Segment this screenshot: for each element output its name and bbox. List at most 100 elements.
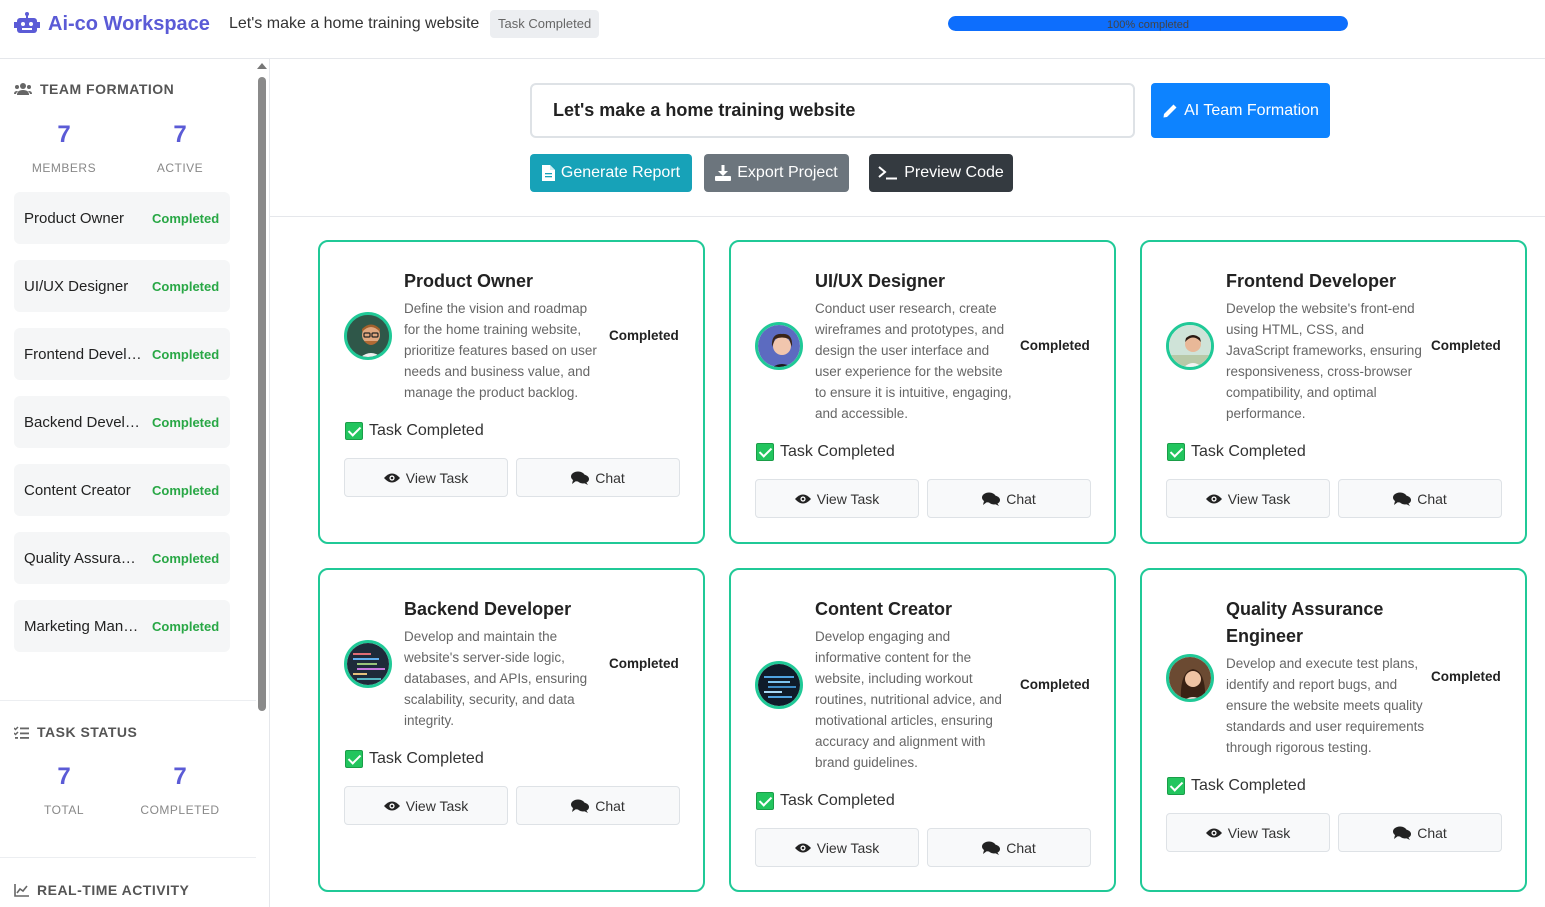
task-completed-label: Task Completed	[369, 750, 484, 767]
app-logo[interactable]: Ai-co Workspace	[14, 12, 210, 36]
view-task-label: View Task	[816, 490, 880, 507]
line-chart-icon	[14, 883, 29, 897]
checkmark-icon	[756, 792, 774, 810]
view-task-button[interactable]: View Task	[1166, 813, 1330, 852]
sidebar-member-uiux-designer[interactable]: UI/UX Designer Completed	[14, 260, 230, 312]
member-status: Completed	[152, 550, 220, 566]
view-task-button[interactable]: View Task	[755, 828, 919, 867]
preview-code-button[interactable]: Preview Code	[869, 154, 1013, 192]
member-name: Backend Developer	[24, 413, 142, 431]
task-completed-indicator: Task Completed	[1167, 777, 1306, 795]
view-task-button[interactable]: View Task	[344, 786, 508, 825]
member-name: Quality Assurance Engineer	[24, 549, 142, 567]
users-icon	[14, 83, 32, 95]
sidebar-member-quality-assurance[interactable]: Quality Assurance Engineer Completed	[14, 532, 230, 584]
member-card-quality-assurance: Quality Assurance Engineer Develop and e…	[1140, 568, 1527, 892]
chat-button[interactable]: Chat	[927, 828, 1091, 867]
active-count: 7	[173, 121, 187, 148]
sidebar-member-marketing-manager[interactable]: Marketing Manager Completed	[14, 600, 230, 652]
task-completed-indicator: Task Completed	[756, 443, 895, 461]
view-task-button[interactable]: View Task	[344, 458, 508, 497]
eye-icon	[794, 494, 811, 503]
chat-button[interactable]: Chat	[516, 458, 680, 497]
card-description: Develop the website's front-end using HT…	[1226, 301, 1422, 421]
sidebar-member-content-creator[interactable]: Content Creator Completed	[14, 464, 230, 516]
chat-label: Chat	[595, 469, 625, 486]
comments-icon	[571, 799, 590, 813]
sidebar-member-backend-developer[interactable]: Backend Developer Completed	[14, 396, 230, 448]
export-project-button[interactable]: Export Project	[704, 154, 849, 192]
comments-icon	[982, 492, 1001, 506]
eye-icon	[1205, 494, 1222, 503]
view-task-label: View Task	[405, 469, 469, 486]
checkmark-icon	[756, 443, 774, 461]
active-label: ACTIVE	[156, 161, 204, 175]
comments-icon	[982, 841, 1001, 855]
chat-label: Chat	[595, 797, 625, 814]
progress-bar: 100% completed	[948, 16, 1348, 31]
ai-team-formation-button[interactable]: AI Team Formation	[1151, 83, 1330, 138]
team-formation-heading: TEAM FORMATION	[14, 81, 174, 97]
terminal-icon	[878, 166, 898, 180]
card-status: Completed	[609, 656, 679, 671]
chat-button[interactable]: Chat	[516, 786, 680, 825]
view-task-button[interactable]: View Task	[1166, 479, 1330, 518]
project-title: Let's make a home training website	[229, 15, 480, 32]
card-description: Define the vision and roadmap for the ho…	[404, 301, 597, 400]
member-name: UI/UX Designer	[24, 277, 129, 295]
project-input[interactable]	[530, 83, 1135, 138]
chat-button[interactable]: Chat	[1338, 813, 1502, 852]
task-completed-label: Task Completed	[1191, 777, 1306, 794]
view-task-label: View Task	[405, 797, 469, 814]
card-status: Completed	[1020, 338, 1090, 353]
generate-report-label: Generate Report	[560, 164, 681, 181]
active-stat: 7 ACTIVE	[130, 121, 230, 175]
view-task-label: View Task	[1227, 824, 1291, 841]
sidebar-member-frontend-developer[interactable]: Frontend Developer Completed	[14, 328, 230, 380]
sidebar-scrollbar[interactable]	[256, 59, 268, 907]
chat-label: Chat	[1006, 839, 1036, 856]
task-status-label: TASK STATUS	[37, 724, 138, 740]
card-description: Develop and maintain the website's serve…	[404, 629, 588, 728]
card-description: Conduct user research, create wireframes…	[815, 301, 1012, 421]
comments-icon	[1393, 492, 1412, 506]
sidebar-member-product-owner[interactable]: Product Owner Completed	[14, 192, 230, 244]
card-status: Completed	[609, 328, 679, 343]
generate-report-button[interactable]: Generate Report	[530, 154, 692, 192]
chat-button[interactable]: Chat	[927, 479, 1091, 518]
scroll-up-arrow-icon[interactable]	[257, 63, 267, 69]
completed-stat: 7 COMPLETED	[130, 763, 230, 817]
download-icon	[715, 165, 732, 181]
member-status: Completed	[152, 618, 220, 634]
completed-count: 7	[173, 763, 187, 790]
chat-button[interactable]: Chat	[1338, 479, 1502, 518]
task-completed-indicator: Task Completed	[756, 792, 895, 810]
sidebar-divider	[0, 700, 256, 701]
view-task-button[interactable]: View Task	[755, 479, 919, 518]
view-task-label: View Task	[816, 839, 880, 856]
card-title: Backend Developer	[404, 599, 572, 619]
member-name: Product Owner	[24, 209, 125, 227]
ai-team-formation-label: AI Team Formation	[1184, 101, 1319, 119]
task-list-icon	[14, 725, 29, 739]
member-name: Marketing Manager	[24, 617, 142, 635]
checkmark-icon	[345, 750, 363, 768]
task-completed-label: Task Completed	[780, 443, 895, 460]
main-divider	[270, 216, 1545, 217]
task-completed-label: Task Completed	[369, 422, 484, 439]
comments-icon	[571, 471, 590, 485]
avatar	[755, 322, 803, 370]
members-label: MEMBERS	[31, 161, 97, 175]
realtime-activity-heading: REAL-TIME ACTIVITY	[14, 882, 189, 898]
total-count: 7	[57, 763, 71, 790]
avatar	[344, 312, 392, 360]
eye-icon	[794, 843, 811, 852]
members-count: 7	[57, 121, 71, 148]
card-description: Develop engaging and informative content…	[815, 629, 1002, 770]
task-completed-indicator: Task Completed	[345, 750, 484, 768]
export-project-label: Export Project	[737, 164, 838, 181]
scroll-thumb[interactable]	[258, 77, 266, 711]
avatar	[1166, 322, 1214, 370]
total-stat: 7 TOTAL	[14, 763, 114, 817]
member-status: Completed	[152, 414, 220, 430]
